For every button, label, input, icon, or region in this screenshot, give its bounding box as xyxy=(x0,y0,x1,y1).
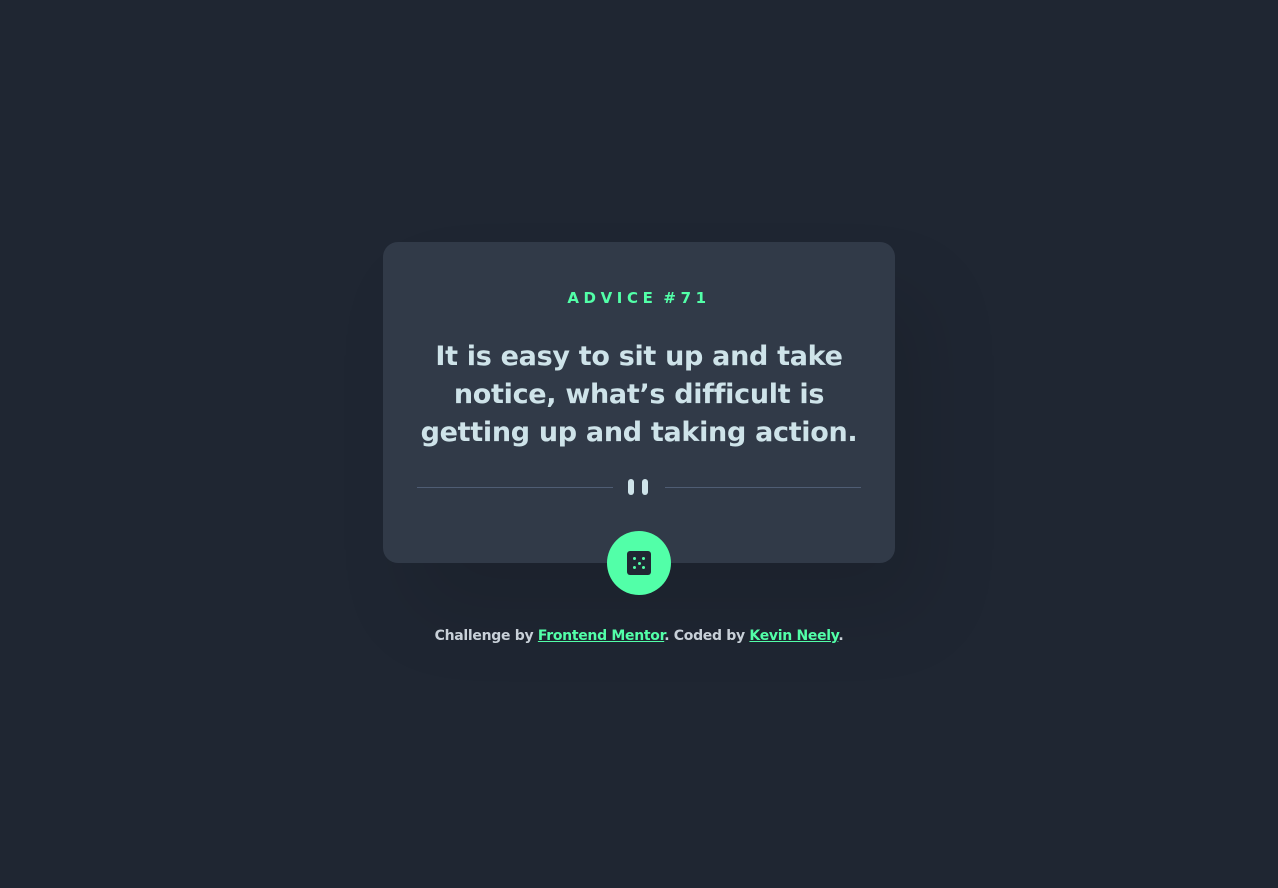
attribution-suffix: . xyxy=(838,628,844,644)
dice-icon xyxy=(627,551,651,575)
divider xyxy=(417,479,861,495)
advice-number: #71 xyxy=(663,289,711,307)
advice-card: ADVICE #71 It is easy to sit up and take … xyxy=(383,242,895,563)
new-advice-button[interactable] xyxy=(607,531,671,595)
divider-line-left xyxy=(417,487,613,488)
advice-heading: ADVICE #71 xyxy=(383,289,895,307)
divider-line-right xyxy=(665,487,861,488)
frontend-mentor-link[interactable]: Frontend Mentor xyxy=(538,628,665,644)
attribution-middle: . Coded by xyxy=(664,628,750,644)
page: ADVICE #71 It is easy to sit up and take … xyxy=(0,0,1278,888)
advice-label: ADVICE xyxy=(567,289,658,307)
attribution: Challenge by Frontend Mentor. Coded by K… xyxy=(0,628,1278,644)
pause-icon xyxy=(628,479,650,495)
author-link[interactable]: Kevin Neely xyxy=(749,628,838,644)
advice-quote: It is easy to sit up and take notice, wh… xyxy=(420,341,858,448)
attribution-prefix: Challenge by xyxy=(434,628,538,644)
